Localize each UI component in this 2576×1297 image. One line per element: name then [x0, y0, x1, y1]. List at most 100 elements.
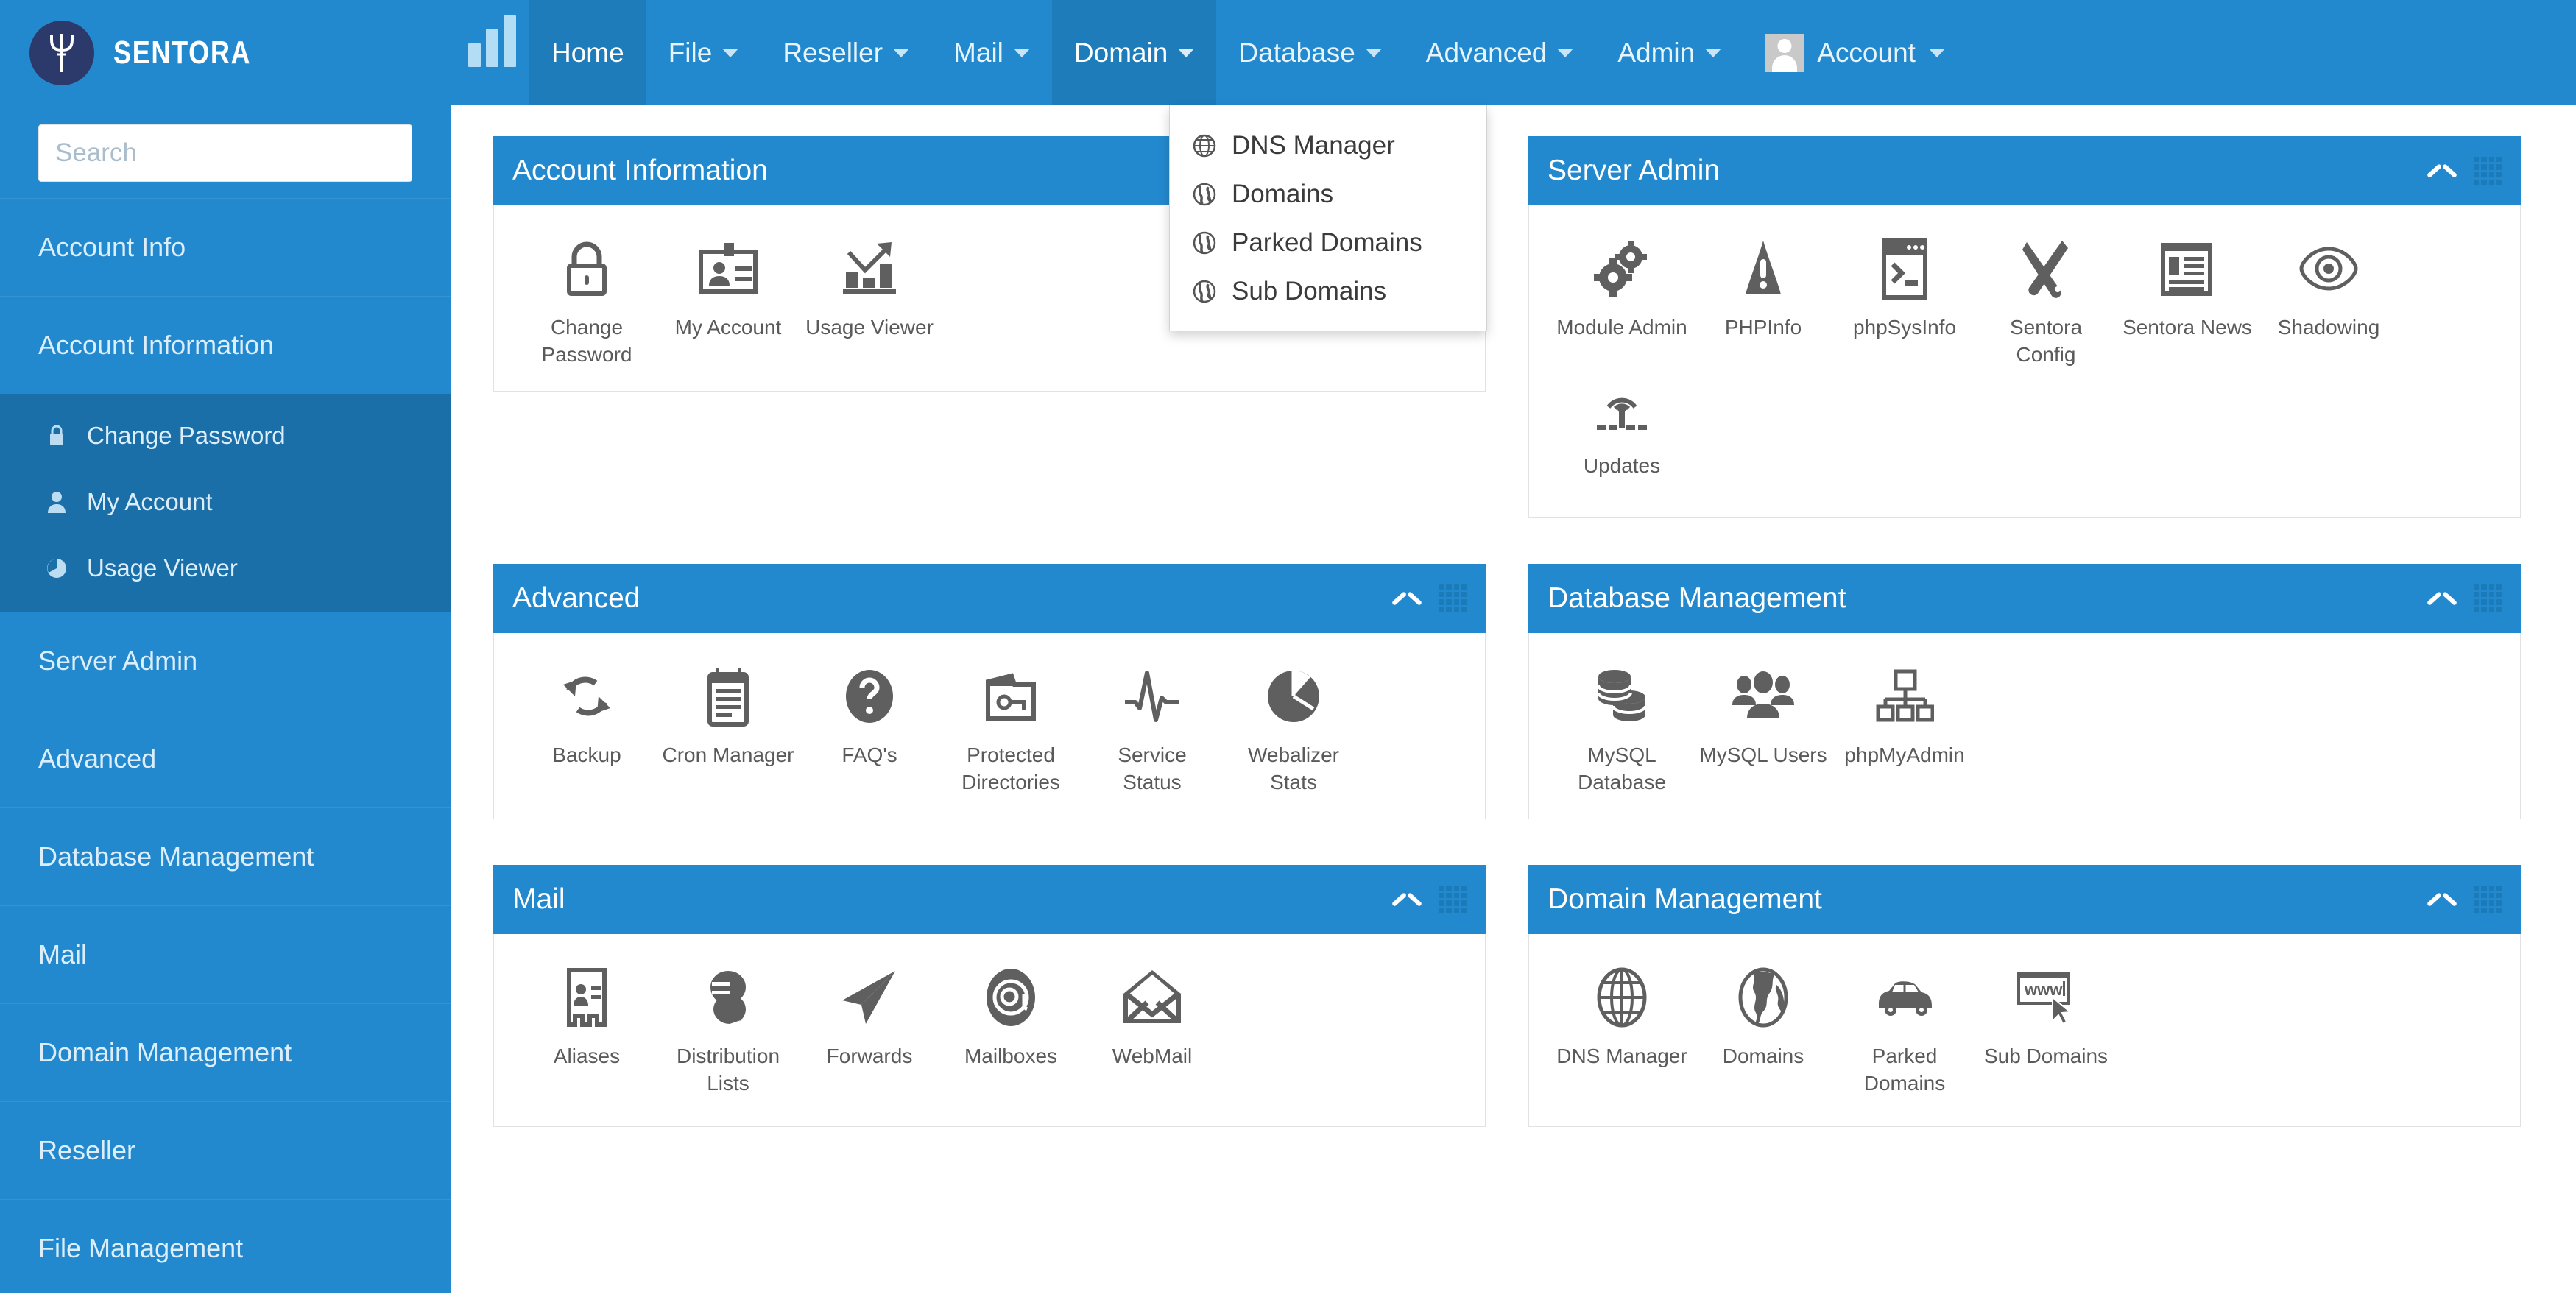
tile-label: Module Admin: [1556, 316, 1687, 339]
nav-item-file[interactable]: File: [646, 0, 761, 105]
dropdown-item-parked-domains[interactable]: Parked Domains: [1170, 219, 1486, 267]
nav-item-advanced[interactable]: Advanced: [1404, 0, 1596, 105]
chevron-down-icon: [893, 48, 910, 57]
bar-chart-icon[interactable]: [451, 0, 529, 105]
globe-filled-icon: [1737, 964, 1790, 1031]
chevron-up-icon[interactable]: [1394, 591, 1419, 606]
dropdown-item-domains[interactable]: Domains: [1170, 170, 1486, 219]
tile-list: Aliases Distribution Lists Forwards Mail…: [516, 959, 1463, 1098]
dropdown-item-label: Sub Domains: [1232, 277, 1387, 305]
sidebar-item-account-info[interactable]: Account Info: [0, 198, 451, 296]
tile-dns-manager[interactable]: DNS Manager: [1551, 959, 1693, 1098]
at-sign-icon: [984, 964, 1038, 1031]
tile-service-status[interactable]: Service Status: [1081, 658, 1223, 796]
nav-item-mail[interactable]: Mail: [931, 0, 1052, 105]
sidebar-item-advanced[interactable]: Advanced: [0, 710, 451, 807]
panel-title: Account Information: [512, 155, 768, 186]
tile-phpinfo[interactable]: PHPInfo: [1693, 230, 1834, 369]
tile-shadowing[interactable]: Shadowing: [2258, 230, 2399, 369]
sidebar-item-file-management[interactable]: File Management: [0, 1199, 451, 1297]
left-sidebar: Account Info Account Information Change …: [0, 105, 451, 1293]
tile-domains[interactable]: Domains: [1693, 959, 1834, 1098]
panel-body: Aliases Distribution Lists Forwards Mail…: [493, 933, 1486, 1127]
tile-module-admin[interactable]: Module Admin: [1551, 230, 1693, 369]
tile-mailboxes[interactable]: Mailboxes: [940, 959, 1081, 1098]
drag-handle-icon[interactable]: [2474, 584, 2502, 612]
drag-handle-icon[interactable]: [2474, 157, 2502, 185]
tile-sentora-config[interactable]: Sentora Config: [1975, 230, 2117, 369]
nav-item-domain[interactable]: Domain: [1051, 0, 1217, 105]
chevron-up-icon[interactable]: [1394, 892, 1419, 907]
sidebar-subitem-change-password[interactable]: Change Password: [0, 403, 451, 469]
tile-label: My Account: [674, 316, 782, 339]
nav-label: Account: [1817, 37, 1916, 68]
panel-title: Database Management: [1548, 582, 1846, 614]
tile-sub-domains[interactable]: www. Sub Domains: [1975, 959, 2117, 1098]
tile-parked-domains[interactable]: Parked Domains: [1834, 959, 1975, 1098]
tile-list: Module Admin PHPInfo phpSysInfo Sentora …: [1551, 230, 2498, 495]
sidebar-subitem-usage-viewer[interactable]: Usage Viewer: [0, 535, 451, 601]
sidebar-subitem-my-account[interactable]: My Account: [0, 469, 451, 535]
tile-label: Backup: [552, 743, 621, 766]
sidebar-item-label: Account Information: [38, 330, 275, 360]
dropdown-item-sub-domains[interactable]: Sub Domains: [1170, 267, 1486, 316]
calendar-icon: [705, 662, 751, 730]
drag-handle-icon[interactable]: [1439, 584, 1467, 612]
nav-item-home[interactable]: Home: [529, 0, 646, 105]
tile-label: Shadowing: [2277, 316, 2380, 339]
tile-distribution-lists[interactable]: Distribution Lists: [657, 959, 799, 1098]
tile-usage-viewer[interactable]: Usage Viewer: [799, 230, 940, 369]
nav-item-database[interactable]: Database: [1216, 0, 1403, 105]
sidebar-item-server-admin[interactable]: Server Admin: [0, 612, 451, 710]
tile-mysql-users[interactable]: MySQL Users: [1693, 658, 1834, 796]
users-group-icon: [1731, 662, 1796, 730]
tile-change-password[interactable]: Change Password: [516, 230, 657, 369]
tile-cron-manager[interactable]: Cron Manager: [657, 658, 799, 796]
tile-updates[interactable]: Updates: [1551, 369, 1693, 495]
brand-logo[interactable]: SENTORA: [0, 0, 451, 105]
pie-chart-icon: [1265, 662, 1322, 730]
chevron-up-icon[interactable]: [2429, 591, 2455, 606]
tile-webmail[interactable]: WebMail: [1081, 959, 1223, 1098]
tile-backup[interactable]: Backup: [516, 658, 657, 796]
panel-title: Domain Management: [1548, 883, 1822, 915]
nav-item-reseller[interactable]: Reseller: [761, 0, 931, 105]
sidebar-item-label: Server Admin: [38, 646, 198, 676]
drag-handle-icon[interactable]: [2474, 885, 2502, 913]
tile-mysql-database[interactable]: MySQL Database: [1551, 658, 1693, 796]
brand-name: SENTORA: [113, 34, 252, 71]
tile-faqs[interactable]: FAQ's: [799, 658, 940, 796]
search-input[interactable]: [38, 124, 412, 182]
contact-card-icon: [565, 964, 609, 1031]
user-icon: [43, 490, 71, 514]
tile-label: PHPInfo: [1724, 316, 1802, 339]
nav-item-admin[interactable]: Admin: [1595, 0, 1743, 105]
dropdown-item-dns-manager[interactable]: DNS Manager: [1170, 121, 1486, 170]
panel-tools: [2429, 885, 2502, 913]
nav-item-account[interactable]: Account: [1743, 0, 1967, 105]
tile-aliases[interactable]: Aliases: [516, 959, 657, 1098]
drag-handle-icon[interactable]: [1439, 885, 1467, 913]
chevron-up-icon[interactable]: [2429, 163, 2455, 178]
sidebar-item-mail[interactable]: Mail: [0, 905, 451, 1003]
tile-phpmyadmin[interactable]: phpMyAdmin: [1834, 658, 1975, 796]
tile-my-account[interactable]: My Account: [657, 230, 799, 369]
tile-protected-directories[interactable]: Protected Directories: [940, 658, 1081, 796]
chevron-up-icon[interactable]: [2429, 892, 2455, 907]
sidebar-item-domain-management[interactable]: Domain Management: [0, 1003, 451, 1101]
dropdown-item-label: Domains: [1232, 180, 1334, 208]
panel-advanced: Advanced Backup Cron Manager FAQ's Prote…: [493, 563, 1486, 819]
sitemap-icon: [1875, 662, 1934, 730]
sidebar-item-database-management[interactable]: Database Management: [0, 807, 451, 905]
tile-list: DNS Manager Domains Parked Domains www. …: [1551, 959, 2498, 1098]
tile-label: Domains: [1722, 1044, 1804, 1067]
tile-sentora-news[interactable]: Sentora News: [2117, 230, 2258, 369]
panel-database-management: Database Management MySQL Database MySQL…: [1528, 563, 2521, 819]
tile-forwards[interactable]: Forwards: [799, 959, 940, 1098]
sidebar-item-reseller[interactable]: Reseller: [0, 1101, 451, 1199]
tile-label: Usage Viewer: [805, 316, 934, 339]
tile-webalizer-stats[interactable]: Webalizer Stats: [1223, 658, 1364, 796]
tile-phpsysinfo[interactable]: phpSysInfo: [1834, 230, 1975, 369]
folder-key-icon: [982, 662, 1040, 730]
sidebar-item-account-information[interactable]: Account Information: [0, 296, 451, 394]
